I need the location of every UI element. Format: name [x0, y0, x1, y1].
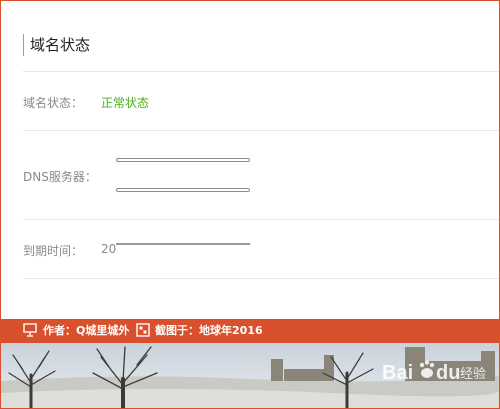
watermark-subtitle: 经验 [460, 366, 486, 382]
watermark-brand: Bai [382, 362, 413, 384]
status-value: 正常状态 [101, 96, 150, 110]
watermark-brand-suffix: du [436, 362, 460, 384]
attribution-footer: 作者：Q城里城外 截图于：地球年2016 [1, 319, 499, 343]
screenshot-credit: 截图于：地球年2016 [155, 324, 263, 337]
status-label: 域名状态： [23, 96, 84, 110]
domain-status-panel: 域名状态 域名状态： 正常状态 DNS服务器： 到期时间： 20 [1, 1, 499, 319]
divider [23, 219, 499, 220]
divider [23, 278, 499, 279]
presentation-board-icon [23, 323, 37, 337]
dns-label: DNS服务器： [23, 170, 97, 184]
divider [23, 130, 499, 131]
dns-server-2-redacted [116, 188, 250, 192]
dns-server-1-redacted [116, 158, 250, 162]
screenshot-frame: 域名状态 域名状态： 正常状态 DNS服务器： 到期时间： 20 作者：Q城里城… [0, 0, 500, 409]
screenshot-icon [136, 323, 150, 337]
expire-date-prefix: 20 [101, 242, 117, 256]
author-credit: 作者：Q城里城外 [43, 324, 130, 337]
baidu-jingyan-watermark: Bai du 经验 [382, 360, 486, 384]
expire-label: 到期时间： [23, 244, 84, 258]
expire-date-redacted [116, 243, 250, 245]
divider [23, 71, 499, 72]
panel-title: 域名状态 [23, 34, 90, 56]
paw-icon [419, 360, 435, 378]
